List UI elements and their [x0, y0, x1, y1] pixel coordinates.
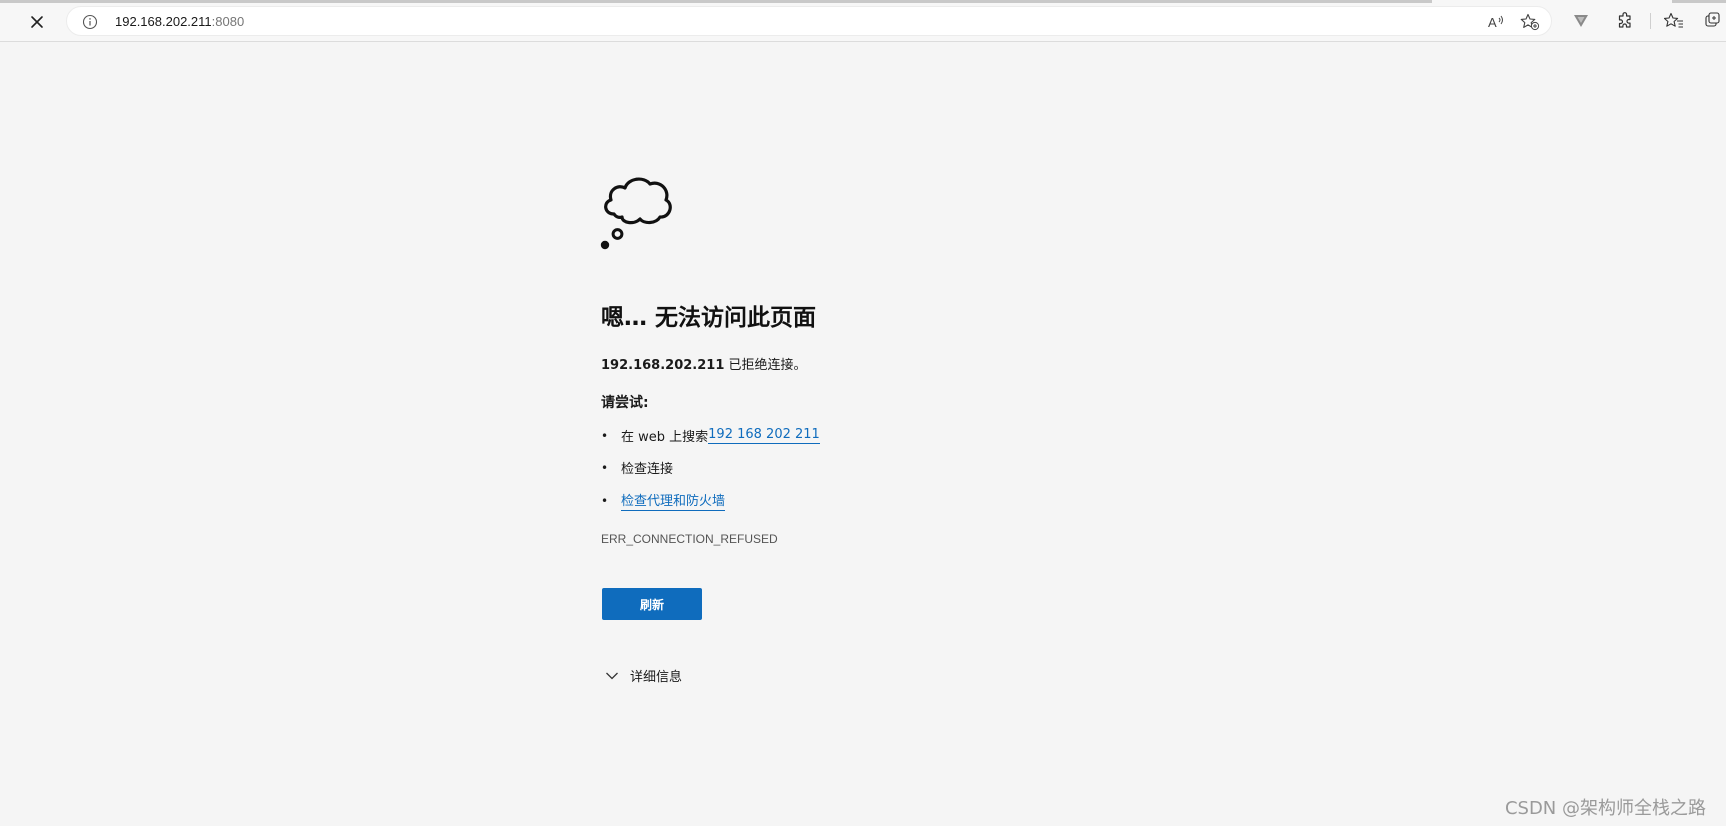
url-port: :8080 [211, 14, 245, 29]
refused-text: 已拒绝连接。 [724, 358, 807, 373]
refresh-button[interactable]: 刷新 [602, 588, 702, 620]
favorites-icon[interactable] [1662, 10, 1686, 32]
loading-indicator [0, 0, 1432, 3]
suggestion-check-connection: • 检查连接 [601, 458, 674, 478]
details-toggle[interactable]: 详细信息 [604, 666, 682, 685]
error-code: ERR_CONNECTION_REFUSED [601, 532, 778, 546]
chevron-down-icon [604, 668, 620, 684]
add-favorite-icon[interactable] [1519, 12, 1541, 32]
bullet: • [601, 428, 609, 443]
stop-icon[interactable] [24, 9, 50, 35]
site-info-icon[interactable] [81, 13, 99, 31]
extensions-icon[interactable] [1613, 10, 1637, 32]
toolbar-divider [1650, 13, 1651, 29]
read-aloud-icon[interactable]: A [1485, 12, 1507, 32]
loading-indicator-end [1672, 0, 1726, 3]
search-web-link[interactable]: 192 168 202 211 [708, 427, 820, 444]
svg-text:A: A [1488, 15, 1497, 30]
url-text[interactable]: 192.168.202.211:8080 [115, 14, 244, 29]
suggestion-check-proxy: • 检查代理和防火墙 [601, 490, 726, 511]
bullet: • [601, 493, 609, 508]
try-label: 请尝试: [601, 395, 649, 411]
watermark: CSDN @架构师全栈之路 [1504, 798, 1706, 819]
address-bar[interactable]: 192.168.202.211:8080 A [66, 6, 1552, 36]
refused-host: 192.168.202.211 [601, 358, 725, 373]
thought-cloud-icon [600, 177, 672, 250]
suggestion-search: • 在 web 上搜索 192 168 202 211 [601, 426, 820, 445]
error-heading: 嗯… 无法访问此页面 [601, 305, 817, 331]
extension-v-icon[interactable] [1569, 10, 1593, 32]
refused-message: 192.168.202.211 已拒绝连接。 [601, 354, 807, 373]
bullet: • [601, 460, 609, 475]
check-proxy-firewall-link[interactable]: 检查代理和防火墙 [621, 490, 726, 511]
collections-icon[interactable] [1702, 10, 1726, 32]
browser-toolbar: 192.168.202.211:8080 A [0, 0, 1726, 42]
details-label: 详细信息 [630, 670, 683, 685]
url-host: 192.168.202.211 [115, 14, 212, 29]
check-connection-text: 检查连接 [621, 462, 674, 477]
suggestion-search-prefix: 在 web 上搜索 [621, 430, 709, 445]
